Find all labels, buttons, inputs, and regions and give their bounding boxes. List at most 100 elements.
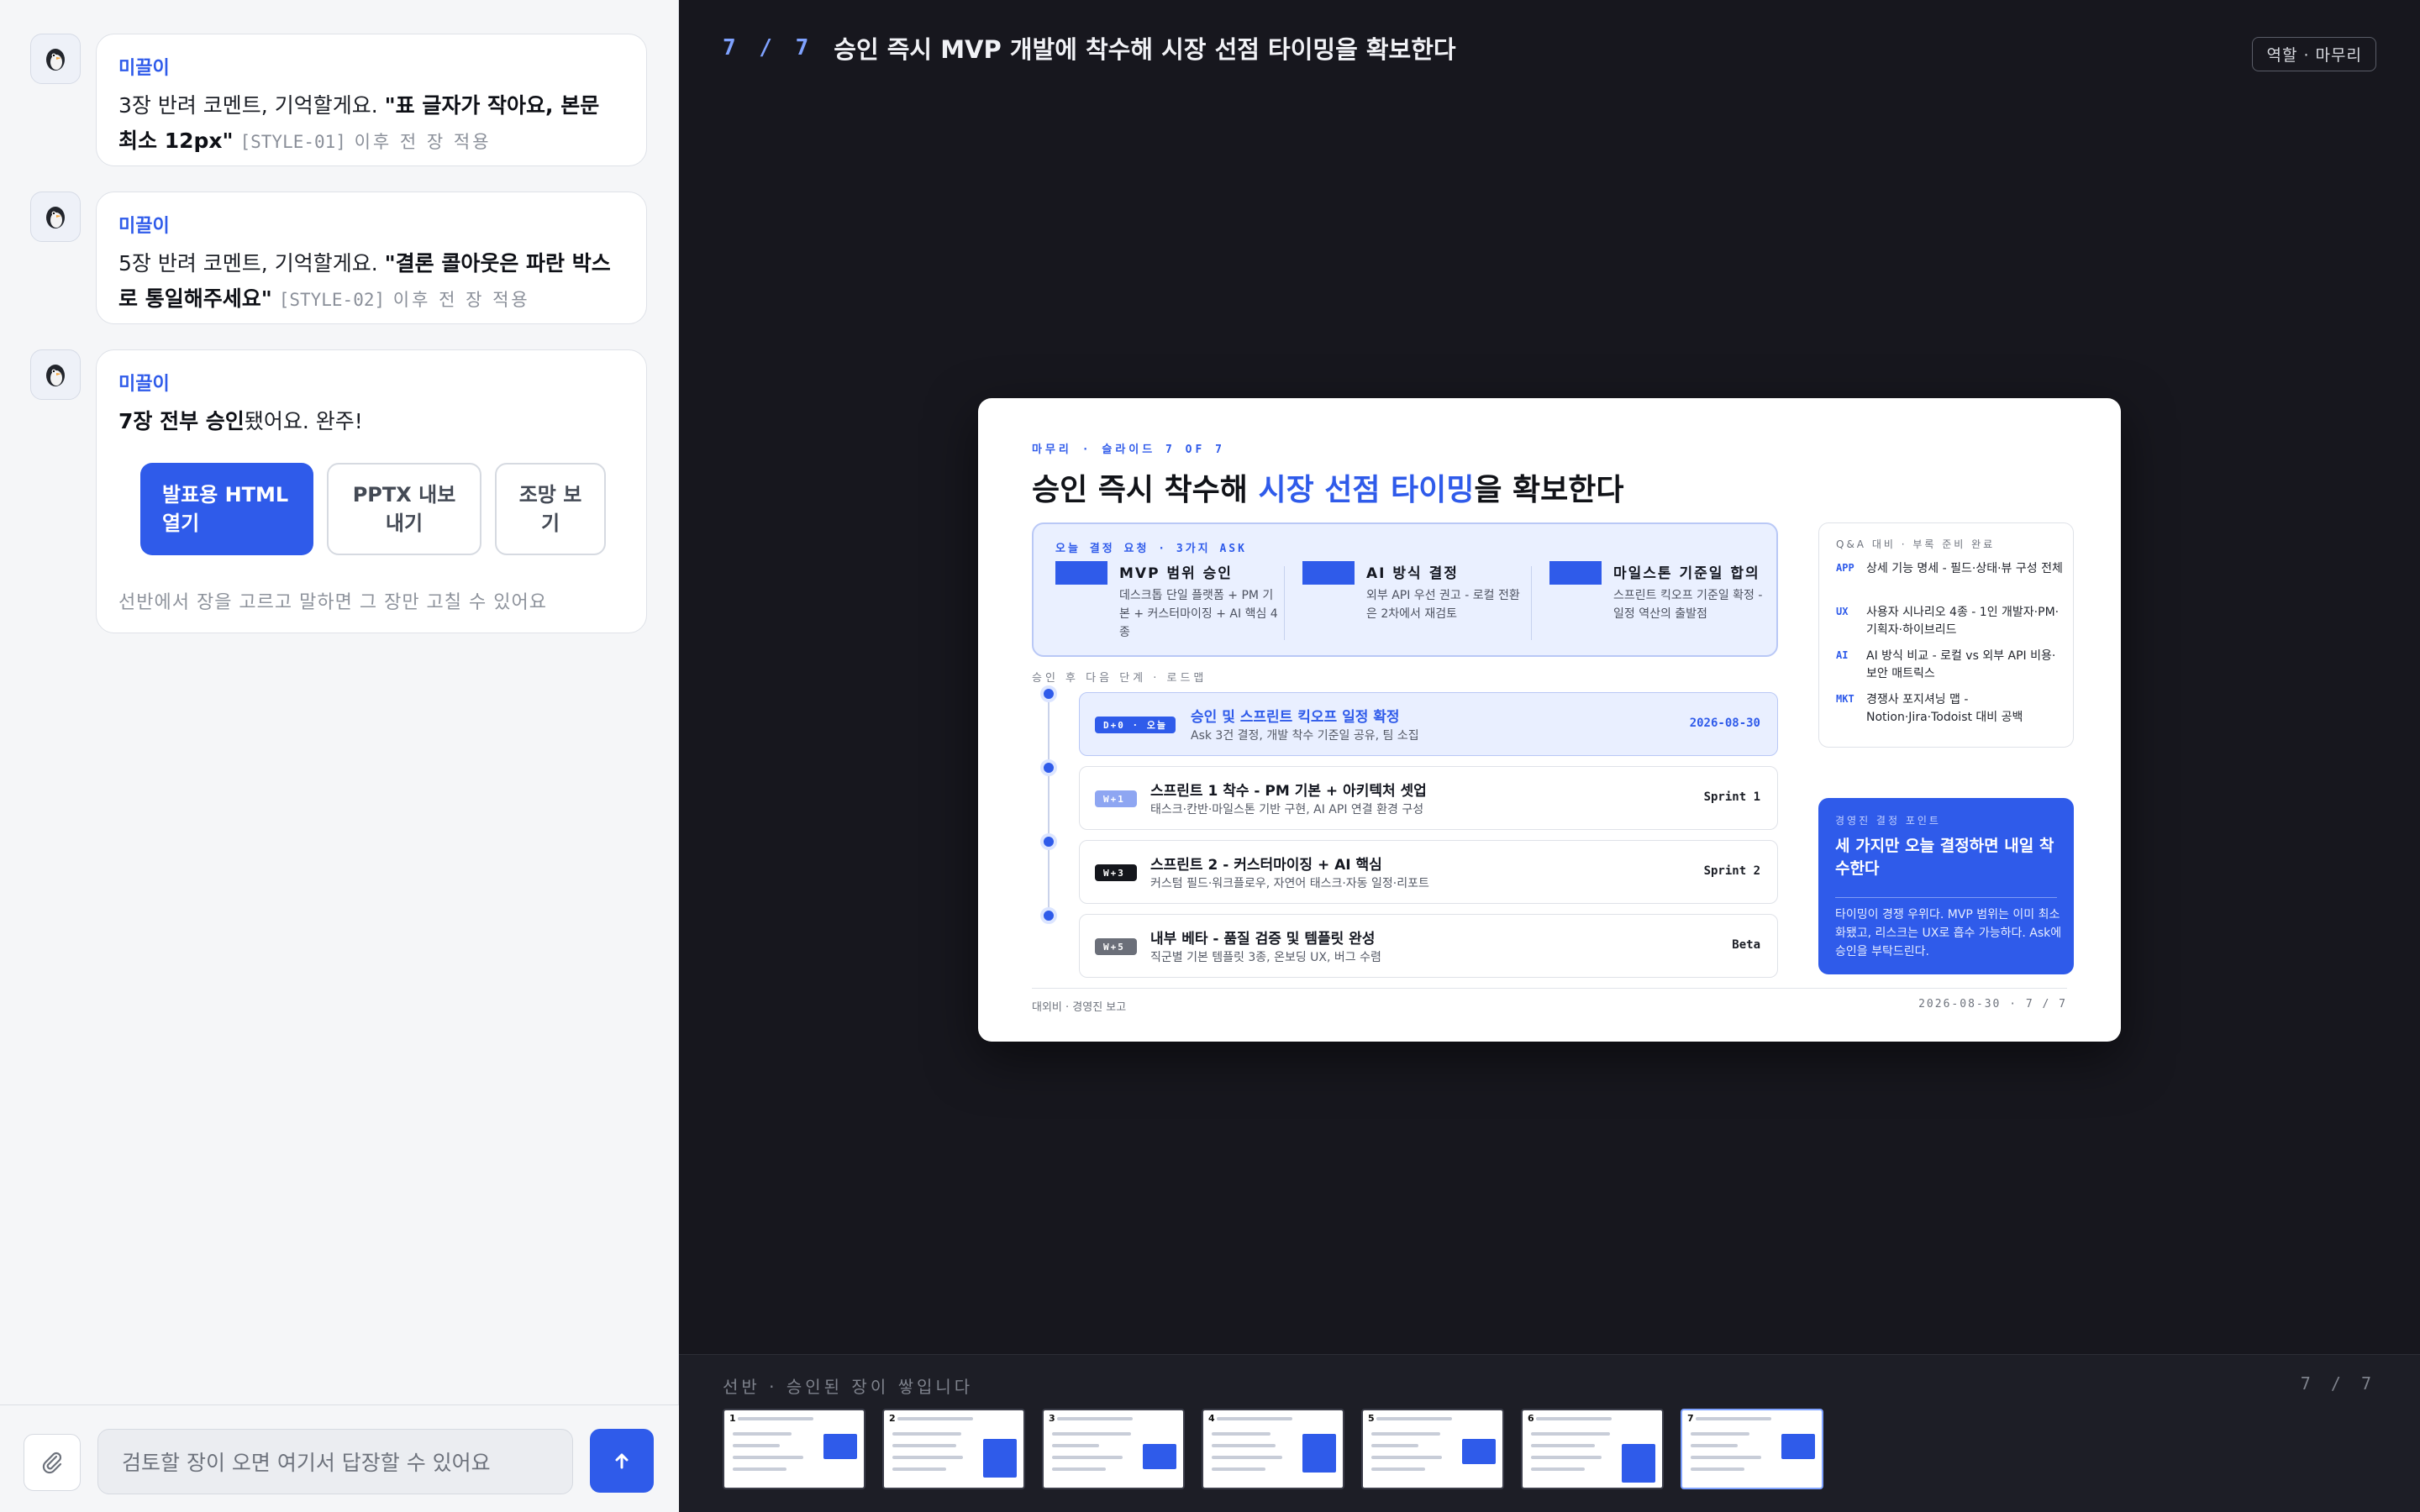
slide-thumbnail[interactable]: 1 <box>723 1409 865 1489</box>
thumbnail-line <box>1691 1432 1749 1436</box>
chat-panel: 미끌이 3장 반려 코멘트, 기억할게요. "표 글자가 작아요, 본문 최소 … <box>0 0 679 1512</box>
ask-desc: 스프린트 킥오프 기준일 확정 - 일정 역산의 출발점 <box>1613 589 1763 621</box>
export-pptx-button[interactable]: PPTX 내보내기 <box>327 463 481 555</box>
thumbnail-line <box>1531 1432 1610 1436</box>
thumbnail-line <box>1052 1456 1123 1459</box>
ask-box: 오늘 결정 요청 · 3가지 ASK MVP 범위 승인 데스크톱 단일 플랫폼… <box>1032 522 1778 657</box>
step-title: 승인 및 스프린트 킥오프 일정 확정 <box>1191 709 1400 726</box>
message-text: 5장 반려 코멘트, 기억할게요. "결론 콜아웃은 파란 박스로 통일해주세요… <box>118 246 624 318</box>
thumbnail-callout <box>983 1439 1017 1478</box>
divider <box>1032 988 2067 989</box>
qa-box: Q&A 대비 · 부록 준비 완료 APP 상세 기능 명세 - 필드·상태·뷰… <box>1818 522 2074 748</box>
message-tail: 이후 전 장 적용 <box>345 132 492 152</box>
sender-name: 미끌이 <box>118 374 170 395</box>
callout-title: 세 가지만 오늘 결정하면 내일 착수한다 <box>1835 837 2054 878</box>
roadmap-step: W+3 스프린트 2 - 커스터마이징 + AI 핵심 커스텀 필드·워크플로우, … <box>1079 840 1778 904</box>
thumbnail-line <box>1696 1417 1771 1420</box>
divider <box>1835 897 2057 898</box>
ask-desc: 데스크톱 단일 플랫폼 + PM 기본 + 커스터마이징 + AI 핵심 4종 <box>1119 589 1278 639</box>
thumbnail-number: 1 <box>729 1413 736 1424</box>
qa-value: 사용자 시나리오 4종 - 1인 개발자·PM·기획자·하이브리드 <box>1866 606 2060 637</box>
slide-thumbnail[interactable]: 3 <box>1042 1409 1185 1489</box>
slide-thumbnail[interactable]: 6 <box>1521 1409 1664 1489</box>
assistant-avatar <box>30 34 81 84</box>
step-desc: 직군별 기본 템플릿 3종, 온보딩 UX, 버그 수렴 <box>1150 951 1381 964</box>
penguin-icon <box>46 365 65 386</box>
message-tail: 이후 전 장 적용 <box>385 290 530 310</box>
thumbnail-line <box>1212 1432 1270 1436</box>
thumbnail-line <box>1531 1444 1595 1447</box>
thumbnail-number: 5 <box>1368 1413 1375 1424</box>
qa-kicker: Q&A 대비 · 부록 준비 완료 <box>1836 538 1996 550</box>
thumbnail-line <box>1052 1444 1099 1447</box>
thumbnail-line <box>1217 1417 1292 1420</box>
thumbnail-number: 4 <box>1208 1413 1215 1424</box>
role-badge: 역할 · 마무리 <box>2252 37 2376 71</box>
thumbnail-line <box>1536 1417 1612 1420</box>
thumbnail-line <box>892 1444 956 1447</box>
timeline-dot <box>1040 759 1057 776</box>
divider <box>1284 566 1285 640</box>
sender-name: 미끌이 <box>118 216 170 237</box>
open-presentation-html-button[interactable]: 발표용 HTML 열기 <box>140 463 313 555</box>
roadmap-step: W+5 내부 베타 - 품질 검증 및 템플릿 완성 직군별 기본 템플릿 3종, … <box>1079 914 1778 978</box>
assistant-avatar <box>30 192 81 242</box>
slide-footer-right: 2026-08-30 · 7 / 7 <box>1918 998 2067 1011</box>
roadmap-kicker: 승인 후 다음 단계 · 로드맵 <box>1032 672 1207 685</box>
send-button[interactable] <box>590 1429 654 1493</box>
slide-thumbnail[interactable]: 7 <box>1681 1409 1823 1489</box>
slide-shelf: 선반 · 승인된 장이 쌓입니다 7 / 7 1 2 3 4 5 6 7 <box>679 1354 2420 1512</box>
attach-button[interactable] <box>24 1434 81 1491</box>
thumbnail-line <box>1691 1467 1744 1471</box>
thumbnail-line <box>1212 1456 1282 1459</box>
message-text: 7장 전부 승인됐어요. 완주! <box>118 404 624 439</box>
shelf-hint: 선반에서 장을 고르고 말하면 그 장만 고칠 수 있어요 <box>118 592 547 613</box>
thumbnail-number: 7 <box>1687 1413 1694 1424</box>
thumbnail-line <box>733 1456 803 1459</box>
ask-kicker: 오늘 결정 요청 · 3가지 ASK <box>1055 543 1247 555</box>
message-plain: 3장 반려 코멘트, 기억할게요. <box>118 93 385 118</box>
title-highlight: 시장 선점 타이밍 <box>1258 473 1475 507</box>
slide-title: 승인 즉시 착수해 시장 선점 타이밍을 확보한다 <box>1032 465 1624 509</box>
qa-key: AI <box>1836 649 1849 661</box>
overview-button[interactable]: 조망 보기 <box>495 463 606 555</box>
step-pill: W+5 <box>1095 938 1137 955</box>
qa-key: UX <box>1836 606 1849 617</box>
action-buttons: 발표용 HTML 열기 PPTX 내보내기 조망 보기 <box>140 463 624 555</box>
step-pill: W+1 <box>1095 790 1137 807</box>
thumbnail-line <box>1212 1467 1265 1471</box>
qa-value: 경쟁사 포지셔닝 맵 - Notion·Jira·Todoist 대비 공백 <box>1866 693 2023 724</box>
ask-marker <box>1549 561 1602 585</box>
step-right-label: Beta <box>1732 938 1760 952</box>
ask-desc: 외부 API 우선 권고 - 로컬 전환은 2차에서 재검토 <box>1366 589 1520 621</box>
title-pre: 승인 즉시 착수해 <box>1032 473 1259 507</box>
slide-footer-left: 대외비 · 경영진 보고 <box>1032 1001 1127 1014</box>
message-bold: 7장 전부 승인 <box>118 409 245 433</box>
qa-key: APP <box>1836 562 1854 574</box>
assistant-avatar <box>30 349 81 400</box>
timeline-dot <box>1040 685 1057 702</box>
step-desc: 태스크·칸반·마일스톤 기반 구현, AI API 연결 환경 구성 <box>1150 803 1424 816</box>
reply-input[interactable]: 검토할 장이 오면 여기서 답장할 수 있어요 <box>97 1429 573 1494</box>
slide-thumbnail[interactable]: 5 <box>1361 1409 1504 1489</box>
step-desc: 커스텀 필드·워크플로우, 자연어 태스크·자동 일정·리포트 <box>1150 877 1429 890</box>
style-tag: [STYLE-01] <box>239 132 346 152</box>
callout-kicker: 경영진 결정 포인트 <box>1835 815 1941 827</box>
thumbnail-line <box>1371 1467 1425 1471</box>
thumbnail-line <box>1371 1432 1440 1436</box>
thumbnail-line <box>892 1467 946 1471</box>
message-text: 3장 반려 코멘트, 기억할게요. "표 글자가 작아요, 본문 최소 12px… <box>118 88 624 160</box>
slide-thumbnail[interactable]: 2 <box>882 1409 1025 1489</box>
ask-marker <box>1055 561 1107 585</box>
thumbnail-number: 6 <box>1528 1413 1534 1424</box>
timeline-rail <box>1048 701 1050 909</box>
slide-thumbnail[interactable]: 4 <box>1202 1409 1344 1489</box>
thumbnail-line <box>1212 1444 1276 1447</box>
thumbnail-line <box>1057 1417 1133 1420</box>
thumbnail-callout <box>823 1434 857 1459</box>
thumbnail-number: 2 <box>889 1413 896 1424</box>
qa-value: AI 방식 비교 - 로컬 vs 외부 API 비용·보안 매트릭스 <box>1866 649 2056 680</box>
thumbnail-line <box>733 1432 792 1436</box>
step-title: 스프린트 1 착수 - PM 기본 + 아키텍처 셋업 <box>1150 783 1427 800</box>
divider <box>1531 566 1532 640</box>
